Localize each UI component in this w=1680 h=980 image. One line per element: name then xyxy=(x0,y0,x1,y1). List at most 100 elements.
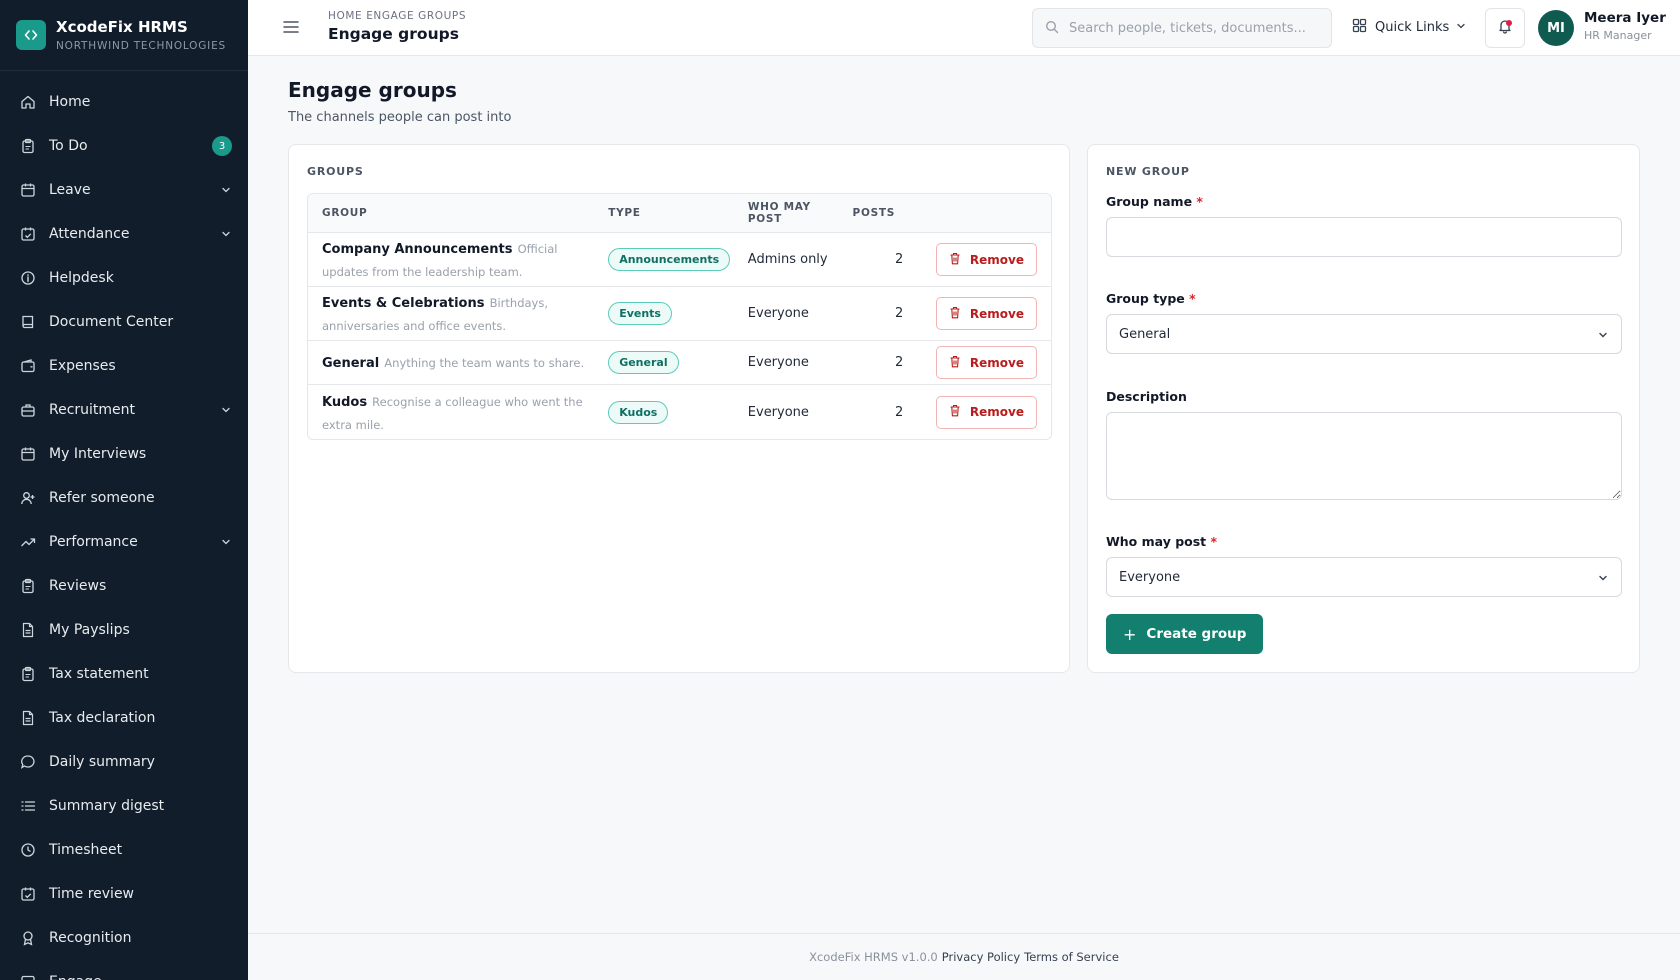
brand[interactable]: XcodeFix HRMS NORTHWIND TECHNOLOGIES xyxy=(0,0,248,71)
sidebar: XcodeFix HRMS NORTHWIND TECHNOLOGIES Hom… xyxy=(0,0,248,980)
award-icon xyxy=(20,930,36,946)
sidebar-item-expenses[interactable]: Expenses xyxy=(0,344,248,388)
notifications-button[interactable] xyxy=(1485,8,1525,48)
avatar[interactable]: MI xyxy=(1538,10,1574,46)
who-may-post-cell: Admins only xyxy=(747,252,828,267)
file-icon xyxy=(20,622,36,638)
group-name: Kudos xyxy=(322,394,368,410)
type-badge: Events xyxy=(608,302,672,325)
remove-button[interactable]: Remove xyxy=(935,395,1037,429)
search-input[interactable] xyxy=(1069,20,1319,36)
who-may-post-select[interactable]: Everyone xyxy=(1106,557,1622,597)
chevron-down-icon xyxy=(1455,20,1467,36)
todo-count-badge: 3 xyxy=(212,136,232,156)
group-name: General xyxy=(322,356,380,371)
quick-links-button[interactable]: Quick Links xyxy=(1352,18,1467,37)
trash-icon xyxy=(949,252,970,268)
sidebar-item-label: Daily summary xyxy=(49,754,155,770)
sidebar-item-my-interviews[interactable]: My Interviews xyxy=(0,432,248,476)
page-title: Engage groups xyxy=(288,78,457,102)
page-header: Engage groups The channels people can po… xyxy=(288,78,511,125)
description-textarea[interactable] xyxy=(1106,412,1622,500)
group-cell: Kudos Recognise a colleague who went the… xyxy=(308,390,602,435)
clipboard-icon xyxy=(20,666,36,682)
sidebar-item-tax-declaration[interactable]: Tax declaration xyxy=(0,696,248,740)
calendar-check-icon xyxy=(20,886,36,902)
clipboard-icon xyxy=(20,578,36,594)
chevron-down-icon xyxy=(1597,572,1609,588)
clock-icon xyxy=(20,842,36,858)
remove-button[interactable]: Remove xyxy=(935,243,1037,276)
create-group-button[interactable]: + Create group xyxy=(1106,614,1264,654)
sidebar-item-daily-summary[interactable]: Daily summary xyxy=(0,740,248,784)
sidebar-item-reviews[interactable]: Reviews xyxy=(0,564,248,608)
table-row: Company Announcements Official updates f… xyxy=(308,233,1051,287)
breadcrumb: HOME ENGAGE GROUPS xyxy=(328,10,467,22)
clipboard-icon xyxy=(20,138,36,154)
sidebar-item-helpdesk[interactable]: Helpdesk xyxy=(0,256,248,300)
notification-dot xyxy=(1506,20,1512,26)
posts-count: 2 xyxy=(895,306,904,321)
sidebar-item-label: To Do xyxy=(49,138,88,154)
quick-links-label: Quick Links xyxy=(1375,20,1450,35)
chevron-down-icon xyxy=(220,536,232,548)
info-icon xyxy=(20,270,36,286)
sidebar-item-time-review[interactable]: Time review xyxy=(0,872,248,916)
who-may-post-cell: Everyone xyxy=(747,306,809,321)
sidebar-item-label: Helpdesk xyxy=(49,270,114,286)
table-row: General Anything the team wants to share… xyxy=(308,341,1051,385)
privacy-link[interactable]: Privacy Policy xyxy=(942,950,1020,964)
group-type-label: Group type * xyxy=(1106,291,1196,306)
sidebar-item-engage[interactable]: Engage xyxy=(0,960,248,980)
wallet-icon xyxy=(20,358,36,374)
message-icon xyxy=(20,754,36,770)
home-icon xyxy=(20,94,36,110)
sidebar-item-tax-statement[interactable]: Tax statement xyxy=(0,652,248,696)
group-name-input[interactable] xyxy=(1106,217,1622,257)
group-type-select[interactable]: General xyxy=(1106,314,1622,354)
chevron-down-icon xyxy=(1597,329,1609,345)
sidebar-item-recognition[interactable]: Recognition xyxy=(0,916,248,960)
chat-icon xyxy=(20,974,36,980)
create-group-label: Create group xyxy=(1146,626,1247,642)
sidebar-item-label: Summary digest xyxy=(49,798,165,814)
sidebar-item-attendance[interactable]: Attendance xyxy=(0,212,248,256)
sidebar-item-performance[interactable]: Performance xyxy=(0,520,248,564)
sidebar-item-label: Expenses xyxy=(49,358,116,374)
sidebar-item-label: Tax statement xyxy=(49,666,149,682)
sidebar-item-to-do[interactable]: To Do 3 xyxy=(0,124,248,168)
remove-button[interactable]: Remove xyxy=(935,346,1037,379)
column-header-posts: POSTS xyxy=(852,207,895,219)
sidebar-item-recruitment[interactable]: Recruitment xyxy=(0,388,248,432)
sidebar-item-label: Recruitment xyxy=(49,402,136,418)
hamburger-menu-icon[interactable] xyxy=(282,18,300,36)
sidebar-item-leave[interactable]: Leave xyxy=(0,168,248,212)
table-header: GROUP TYPE WHO MAY POST POSTS xyxy=(308,194,1051,233)
sidebar-item-document-center[interactable]: Document Center xyxy=(0,300,248,344)
sidebar-item-label: Document Center xyxy=(49,314,174,330)
list-icon xyxy=(20,798,36,814)
chevron-down-icon xyxy=(220,404,232,416)
sidebar-item-label: Reviews xyxy=(49,578,107,594)
remove-button[interactable]: Remove xyxy=(935,297,1037,330)
code-brackets-icon xyxy=(16,20,46,50)
group-description: Anything the team wants to share. xyxy=(384,356,585,370)
sidebar-item-label: Leave xyxy=(49,182,91,198)
who-may-post-cell: Everyone xyxy=(747,404,809,420)
search-box[interactable] xyxy=(1032,8,1332,48)
sidebar-item-timesheet[interactable]: Timesheet xyxy=(0,828,248,872)
group-cell: General Anything the team wants to share… xyxy=(308,351,602,374)
user-menu[interactable]: Meera Iyer HR Manager xyxy=(1584,10,1666,42)
sidebar-item-summary-digest[interactable]: Summary digest xyxy=(0,784,248,828)
terms-link[interactable]: Terms of Service xyxy=(1024,950,1119,964)
sidebar-item-my-payslips[interactable]: My Payslips xyxy=(0,608,248,652)
sidebar-item-label: Attendance xyxy=(49,226,130,242)
remove-label: Remove xyxy=(969,252,1024,267)
sidebar-item-label: My Interviews xyxy=(49,446,147,462)
sidebar-item-refer-someone[interactable]: Refer someone xyxy=(0,476,248,520)
group-name: Events & Celebrations xyxy=(322,296,485,311)
sidebar-nav: Home To Do 3 Leave Attendance Helpdesk Documen… xyxy=(0,71,248,980)
posts-count: 2 xyxy=(895,252,904,267)
sidebar-item-home[interactable]: Home xyxy=(0,80,248,124)
sidebar-item-label: Home xyxy=(49,94,91,110)
